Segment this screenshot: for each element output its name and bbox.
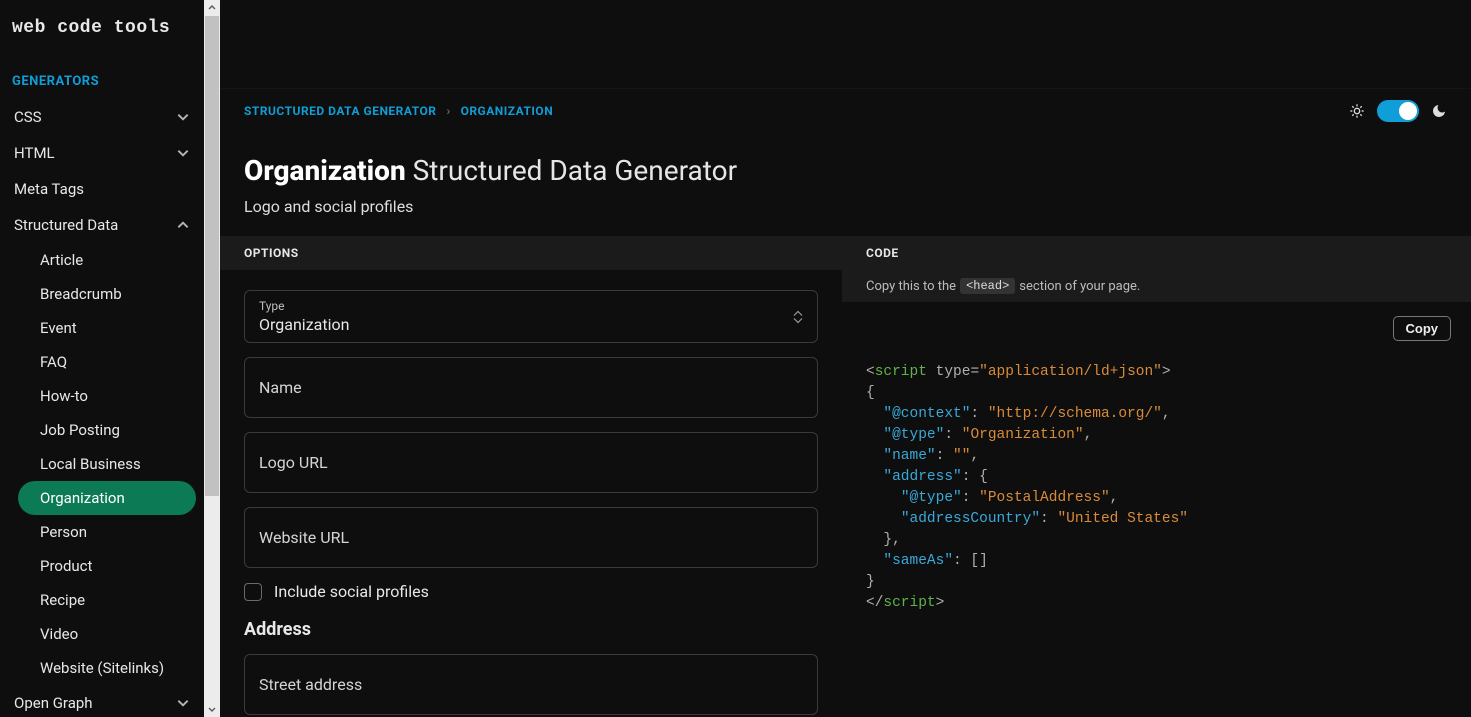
nav-label: Open Graph bbox=[14, 694, 93, 712]
nav-label: HTML bbox=[14, 144, 55, 162]
code-note-pre: Copy this to the bbox=[866, 279, 956, 294]
name-input[interactable]: Name bbox=[244, 357, 818, 418]
options-header: OPTIONS bbox=[220, 236, 842, 270]
code-note: Copy this to the <head> section of your … bbox=[842, 270, 1471, 302]
nav-sub-video[interactable]: Video bbox=[18, 617, 196, 651]
code-address-type: PostalAddress bbox=[988, 490, 1101, 506]
nav-label: Meta Tags bbox=[14, 180, 84, 198]
nav-sub-howto[interactable]: How-to bbox=[18, 379, 196, 413]
type-select[interactable]: Type Organization bbox=[244, 290, 818, 343]
nav-sub-product[interactable]: Product bbox=[18, 549, 196, 583]
chevron-right-icon: › bbox=[446, 104, 450, 118]
logo-url-input[interactable]: Logo URL bbox=[244, 432, 818, 493]
nav-sub-breadcrumb[interactable]: Breadcrumb bbox=[18, 277, 196, 311]
nav-item-structured-data[interactable]: Structured Data bbox=[0, 207, 204, 243]
include-social-checkbox[interactable] bbox=[244, 583, 262, 601]
nav-sublist-structured-data: Article Breadcrumb Event FAQ How-to Job … bbox=[0, 243, 204, 685]
code-panel: CODE Copy this to the <head> section of … bbox=[842, 236, 1471, 717]
theme-toggle bbox=[1349, 100, 1447, 122]
page-header: Organization Structured Data Generator L… bbox=[220, 132, 1471, 236]
nav-label: Structured Data bbox=[14, 216, 118, 234]
scroll-down-icon[interactable] bbox=[204, 701, 220, 717]
nav-item-css[interactable]: CSS bbox=[0, 99, 204, 135]
nav-sub-local-business[interactable]: Local Business bbox=[18, 447, 196, 481]
app-root: web code tools GENERATORS CSS HTML Meta … bbox=[0, 0, 1471, 717]
code-header: CODE bbox=[842, 236, 1471, 270]
scroll-thumb[interactable] bbox=[205, 16, 219, 496]
type-value: Organization bbox=[259, 315, 349, 334]
breadcrumb-current[interactable]: ORGANIZATION bbox=[461, 104, 554, 118]
page-title: Organization Structured Data Generator bbox=[244, 154, 1447, 187]
nav-sub-person[interactable]: Person bbox=[18, 515, 196, 549]
sidebar: web code tools GENERATORS CSS HTML Meta … bbox=[0, 0, 220, 717]
nav-sub-website-sitelinks[interactable]: Website (Sitelinks) bbox=[18, 651, 196, 685]
code-context: http://schema.org/ bbox=[997, 406, 1154, 422]
street-address-input[interactable]: Street address bbox=[244, 654, 818, 715]
type-label: Type bbox=[259, 299, 803, 313]
main: STRUCTURED DATA GENERATOR › ORGANIZATION bbox=[220, 0, 1471, 717]
panels: OPTIONS Type Organization Name bbox=[220, 236, 1471, 717]
chevron-up-icon bbox=[176, 218, 190, 232]
nav-sub-event[interactable]: Event bbox=[18, 311, 196, 345]
include-social-label: Include social profiles bbox=[274, 582, 429, 601]
page-title-bold: Organization bbox=[244, 154, 406, 187]
sidebar-scrollbar[interactable] bbox=[204, 0, 220, 717]
select-caret-icon bbox=[793, 310, 803, 323]
options-body: Type Organization Name Logo URL bbox=[220, 270, 842, 717]
topbar-ad-space bbox=[220, 0, 1471, 88]
code-note-pill: <head> bbox=[960, 278, 1015, 294]
page-title-rest: Structured Data Generator bbox=[406, 154, 737, 187]
nav-sub-faq[interactable]: FAQ bbox=[18, 345, 196, 379]
scroll-up-icon[interactable] bbox=[204, 0, 220, 16]
nav-label: CSS bbox=[14, 108, 42, 126]
logo[interactable]: web code tools bbox=[0, 0, 204, 62]
nav-sub-job-posting[interactable]: Job Posting bbox=[18, 413, 196, 447]
address-header: Address bbox=[244, 619, 818, 640]
chevron-down-icon bbox=[176, 146, 190, 160]
nav-item-open-graph[interactable]: Open Graph bbox=[0, 685, 204, 717]
breadcrumb-row: STRUCTURED DATA GENERATOR › ORGANIZATION bbox=[220, 88, 1471, 132]
theme-switch[interactable] bbox=[1377, 100, 1419, 122]
street-placeholder: Street address bbox=[259, 675, 362, 694]
code-type: Organization bbox=[970, 427, 1074, 443]
include-social-row: Include social profiles bbox=[244, 582, 818, 601]
options-panel: OPTIONS Type Organization Name bbox=[220, 236, 842, 717]
breadcrumb: STRUCTURED DATA GENERATOR › ORGANIZATION bbox=[244, 104, 553, 118]
moon-icon bbox=[1431, 103, 1447, 119]
nav-sub-article[interactable]: Article bbox=[18, 243, 196, 277]
nav-item-meta-tags[interactable]: Meta Tags bbox=[0, 171, 204, 207]
chevron-down-icon bbox=[176, 110, 190, 124]
website-placeholder: Website URL bbox=[259, 528, 349, 547]
nav-item-html[interactable]: HTML bbox=[0, 135, 204, 171]
code-note-post: section of your page. bbox=[1019, 279, 1140, 294]
switch-knob bbox=[1399, 102, 1417, 120]
breadcrumb-parent[interactable]: STRUCTURED DATA GENERATOR bbox=[244, 104, 436, 118]
code-area: Copy <script type="application/ld+json">… bbox=[842, 302, 1471, 653]
chevron-down-icon bbox=[176, 696, 190, 710]
website-url-input[interactable]: Website URL bbox=[244, 507, 818, 568]
copy-button[interactable]: Copy bbox=[1393, 316, 1452, 341]
code-address-country: United States bbox=[1066, 511, 1179, 527]
nav-sub-recipe[interactable]: Recipe bbox=[18, 583, 196, 617]
nav-sub-organization[interactable]: Organization bbox=[18, 481, 196, 515]
logo-placeholder: Logo URL bbox=[259, 453, 328, 472]
name-placeholder: Name bbox=[259, 378, 302, 397]
page-subtitle: Logo and social profiles bbox=[244, 197, 1447, 216]
sun-icon bbox=[1349, 103, 1365, 119]
sidebar-section-header: GENERATORS bbox=[0, 62, 204, 99]
